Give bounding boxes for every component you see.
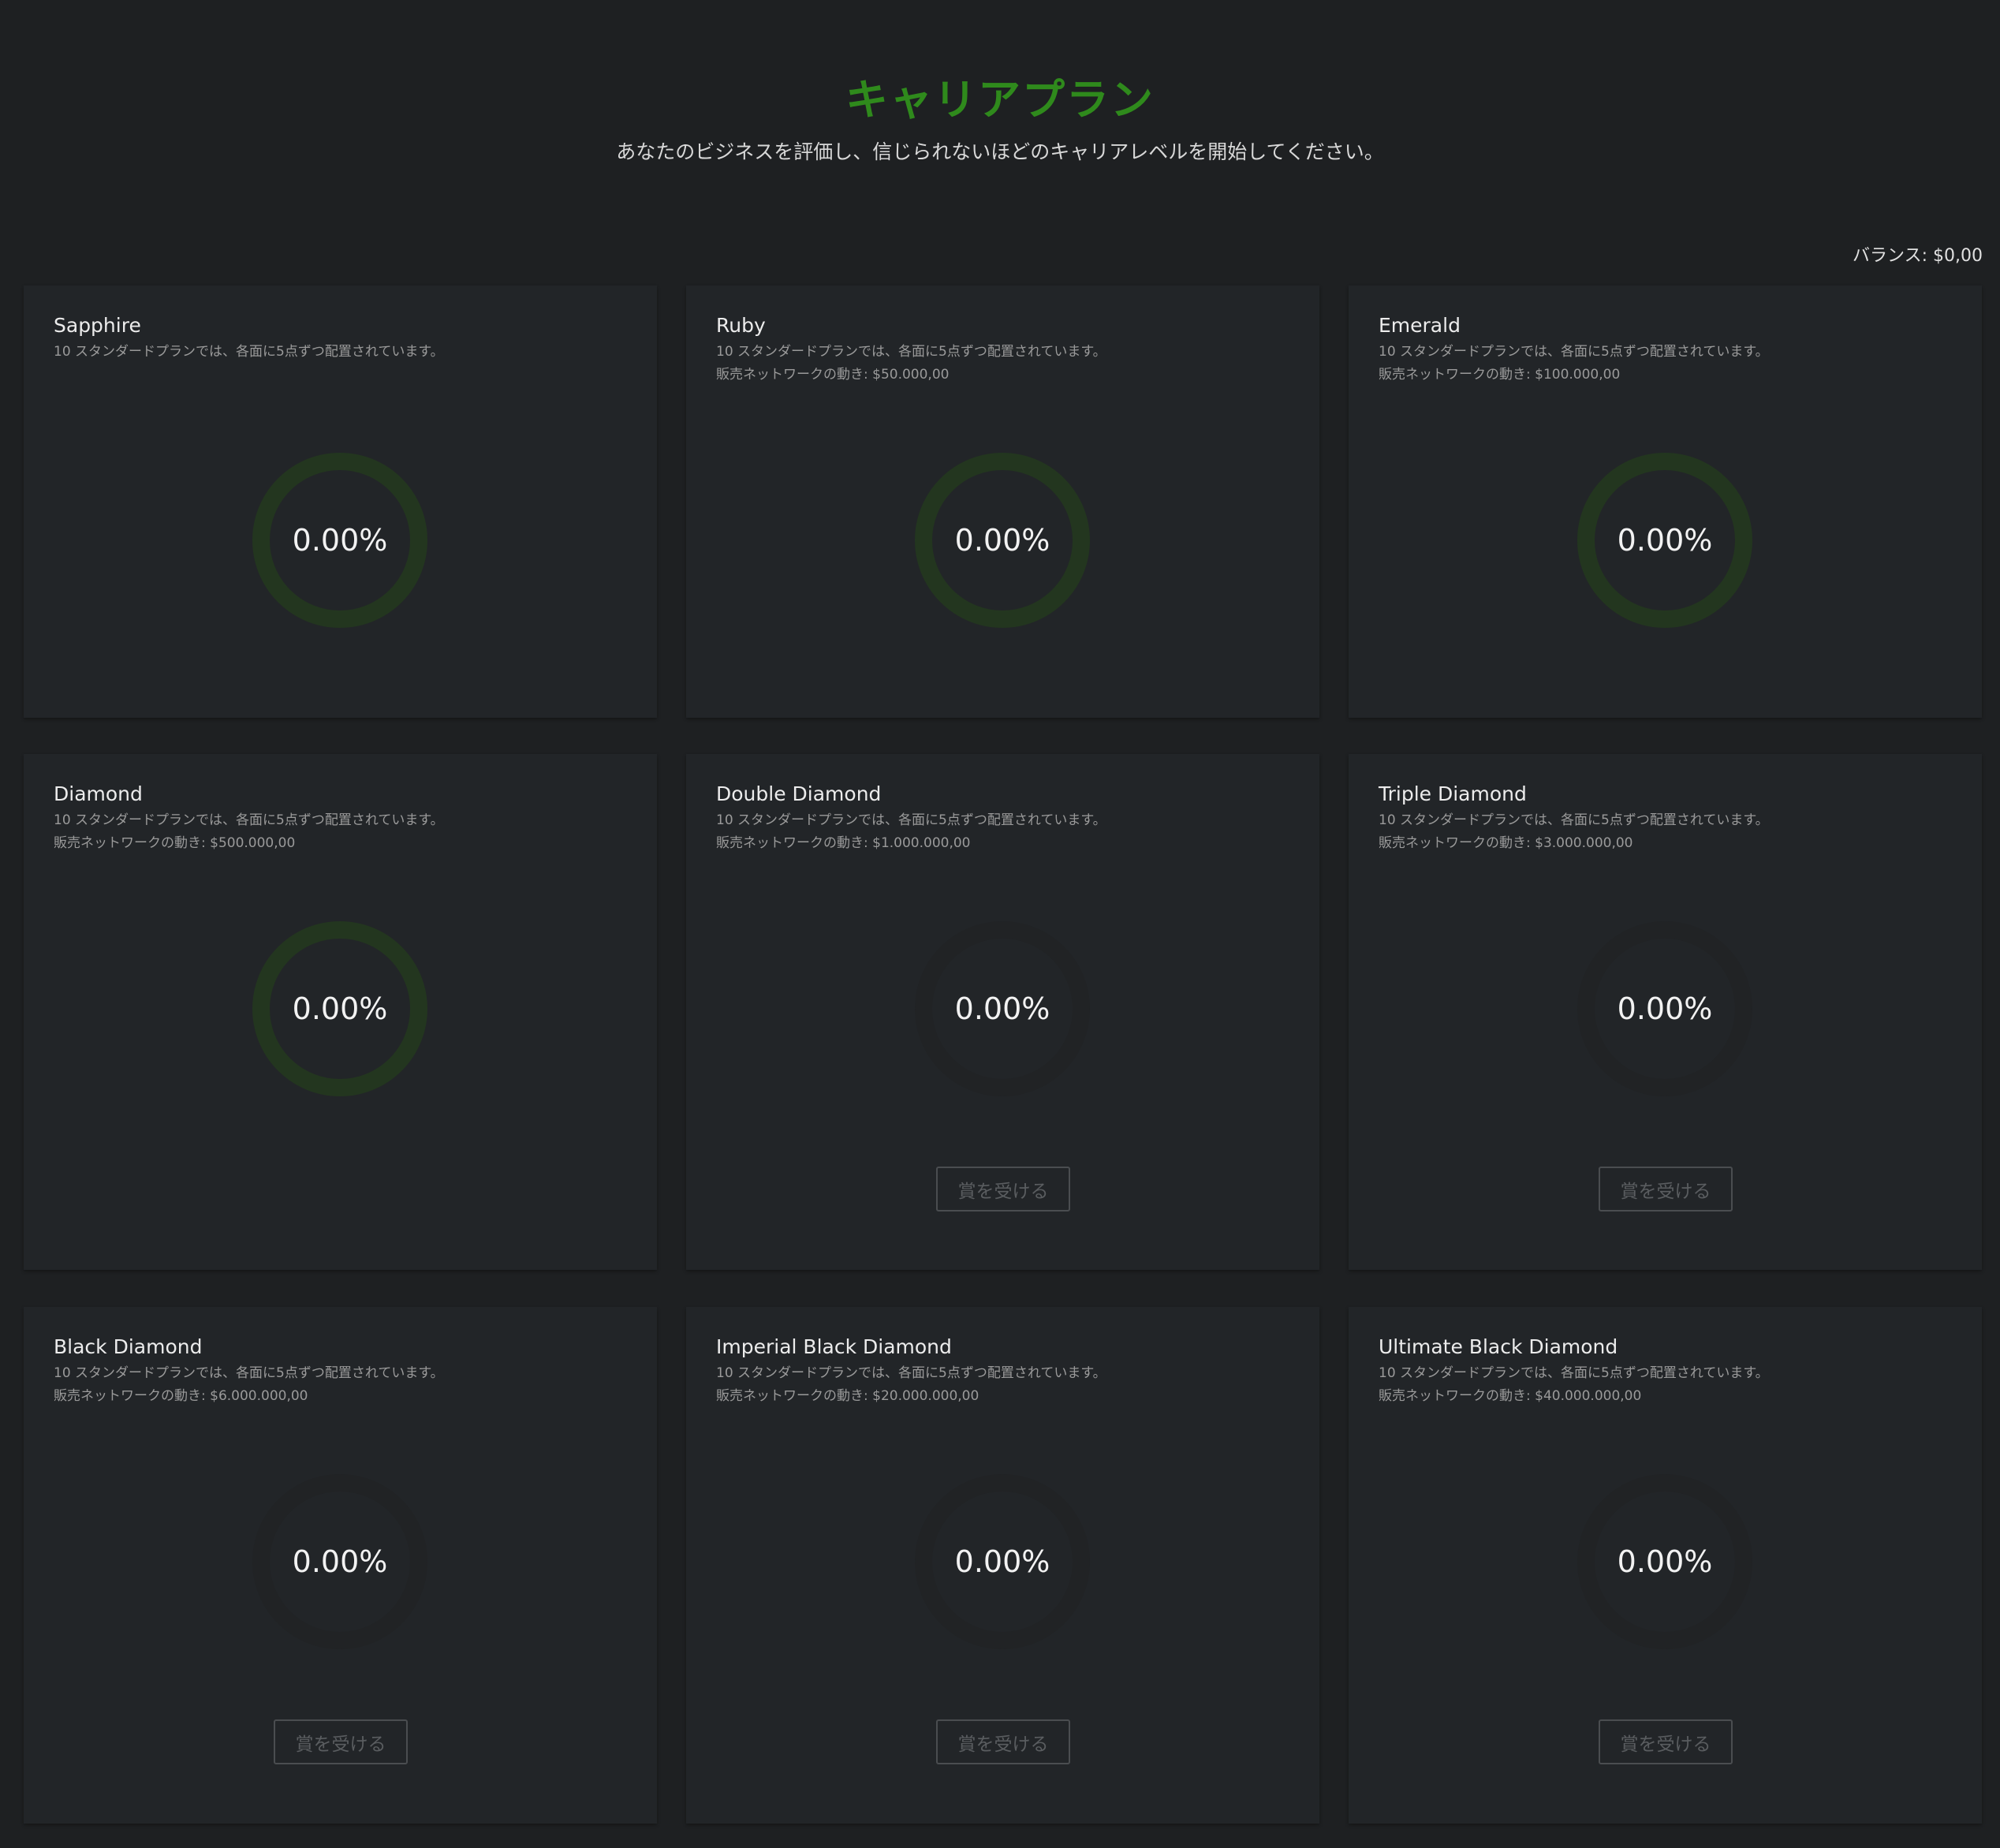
progress-ring: 0.00% [914,1473,1091,1650]
plan-network-requirement: 販売ネットワークの動き: $6.000.000,00 [54,1388,308,1404]
plan-card: Triple Diamond 10 スタンダードプランでは、各面に5点ずつ配置され… [1349,754,1982,1270]
plan-description: 10 スタンダードプランでは、各面に5点ずつ配置されています。 販売ネットワークの… [1379,809,1769,855]
plan-description: 10 スタンダードプランでは、各面に5点ずつ配置されています。 [54,341,444,364]
page-title: キャリアプラン [845,75,1155,125]
progress-ring: 0.00% [252,1473,428,1650]
plan-network-requirement: 販売ネットワークの動き: $100.000,00 [1379,367,1621,383]
plan-description: 10 スタンダードプランでは、各面に5点ずつ配置されています。 販売ネットワークの… [716,809,1106,855]
progress-ring: 0.00% [1576,920,1753,1097]
progress-ring: 0.00% [914,452,1091,629]
plan-description: 10 スタンダードプランでは、各面に5点ずつ配置されています。 販売ネットワークの… [1379,341,1769,386]
plan-card: Emerald 10 スタンダードプランでは、各面に5点ずつ配置されています。 販売… [1349,286,1982,718]
progress-percent: 0.00% [292,523,388,558]
plan-network-requirement: 販売ネットワークの動き: $20.000.000,00 [716,1388,979,1404]
claim-reward-button[interactable]: 賞を受ける [936,1719,1070,1764]
page-subtitle: あなたのビジネスを評価し、信じられないほどのキャリアレベルを開始してください。 [616,140,1384,163]
progress-percent: 0.00% [954,1544,1050,1579]
progress-percent: 0.00% [1617,1544,1713,1579]
plan-name: Diamond [54,782,143,805]
plan-card: Ruby 10 スタンダードプランでは、各面に5点ずつ配置されています。 販売ネット… [686,286,1319,718]
plan-network-requirement: 販売ネットワークの動き: $40.000.000,00 [1379,1388,1642,1404]
plan-standard-text: 10 スタンダードプランでは、各面に5点ずつ配置されています。 [716,1365,1106,1381]
progress-percent: 0.00% [954,523,1050,558]
plan-name: Emerald [1379,314,1461,337]
plan-description: 10 スタンダードプランでは、各面に5点ずつ配置されています。 販売ネットワークの… [54,1362,444,1408]
plan-network-requirement: 販売ネットワークの動き: $1.000.000,00 [716,835,971,851]
plan-card: Black Diamond 10 スタンダードプランでは、各面に5点ずつ配置されて… [24,1307,657,1824]
plan-name: Black Diamond [54,1335,203,1358]
plan-name: Ultimate Black Diamond [1379,1335,1618,1358]
plan-card: Double Diamond 10 スタンダードプランでは、各面に5点ずつ配置され… [686,754,1319,1270]
progress-ring: 0.00% [1576,452,1753,629]
plan-network-requirement: 販売ネットワークの動き: $50.000,00 [716,367,950,383]
progress-percent: 0.00% [292,1544,388,1579]
plan-card: Sapphire 10 スタンダードプランでは、各面に5点ずつ配置されています。 0… [24,286,657,718]
plan-name: Sapphire [54,314,141,337]
plan-description: 10 スタンダードプランでは、各面に5点ずつ配置されています。 販売ネットワークの… [716,1362,1106,1408]
plan-description: 10 スタンダードプランでは、各面に5点ずつ配置されています。 販売ネットワークの… [1379,1362,1769,1408]
plan-standard-text: 10 スタンダードプランでは、各面に5点ずつ配置されています。 [1379,344,1769,360]
progress-percent: 0.00% [1617,991,1713,1026]
progress-percent: 0.00% [954,991,1050,1026]
claim-reward-button[interactable]: 賞を受ける [274,1719,408,1764]
claim-reward-button[interactable]: 賞を受ける [1599,1167,1733,1211]
plan-network-requirement: 販売ネットワークの動き: $3.000.000,00 [1379,835,1633,851]
plan-standard-text: 10 スタンダードプランでは、各面に5点ずつ配置されています。 [54,344,444,360]
plan-name: Double Diamond [716,782,882,805]
plan-card: Ultimate Black Diamond 10 スタンダードプランでは、各面に… [1349,1307,1982,1824]
progress-ring: 0.00% [914,920,1091,1097]
plan-standard-text: 10 スタンダードプランでは、各面に5点ずつ配置されています。 [716,812,1106,828]
balance-display: バランス: $0,00 [1853,246,1983,266]
claim-reward-button[interactable]: 賞を受ける [936,1167,1070,1211]
plan-standard-text: 10 スタンダードプランでは、各面に5点ずつ配置されています。 [1379,1365,1769,1381]
progress-ring: 0.00% [252,452,428,629]
plan-network-requirement: 販売ネットワークの動き: $500.000,00 [54,835,296,851]
progress-ring: 0.00% [252,920,428,1097]
plan-name: Triple Diamond [1379,782,1527,805]
plan-card: Imperial Black Diamond 10 スタンダードプランでは、各面に… [686,1307,1319,1824]
plan-standard-text: 10 スタンダードプランでは、各面に5点ずつ配置されています。 [1379,812,1769,828]
claim-reward-button[interactable]: 賞を受ける [1599,1719,1733,1764]
plan-name: Imperial Black Diamond [716,1335,952,1358]
plan-standard-text: 10 スタンダードプランでは、各面に5点ずつ配置されています。 [54,812,444,828]
progress-percent: 0.00% [1617,523,1713,558]
plan-card: Diamond 10 スタンダードプランでは、各面に5点ずつ配置されています。 販売… [24,754,657,1270]
plan-standard-text: 10 スタンダードプランでは、各面に5点ずつ配置されています。 [54,1365,444,1381]
progress-percent: 0.00% [292,991,388,1026]
plan-standard-text: 10 スタンダードプランでは、各面に5点ずつ配置されています。 [716,344,1106,360]
plan-name: Ruby [716,314,766,337]
plan-description: 10 スタンダードプランでは、各面に5点ずつ配置されています。 販売ネットワークの… [716,341,1106,386]
progress-ring: 0.00% [1576,1473,1753,1650]
plan-description: 10 スタンダードプランでは、各面に5点ずつ配置されています。 販売ネットワークの… [54,809,444,855]
